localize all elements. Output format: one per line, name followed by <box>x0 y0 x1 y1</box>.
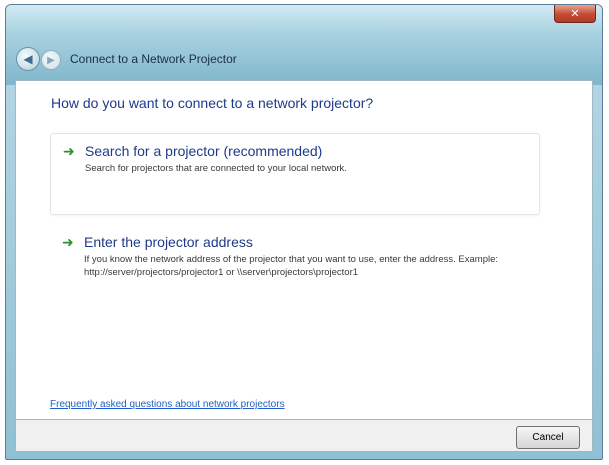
window-title: Connect to a Network Projector <box>70 52 237 66</box>
forward-arrow-icon: ▶ <box>47 54 55 66</box>
content-area: How do you want to connect to a network … <box>15 80 593 420</box>
option-title: Enter the projector address <box>84 234 253 250</box>
forward-button[interactable]: ▶ <box>41 50 61 70</box>
faq-link[interactable]: Frequently asked questions about network… <box>50 399 285 410</box>
green-arrow-icon: ➜ <box>63 144 75 160</box>
title-bar: ✕ ◀ ▶ Connect to a Network Projector <box>6 5 602 85</box>
option-enter-address[interactable]: ➜ Enter the projector address If you kno… <box>50 225 540 295</box>
page-question: How do you want to connect to a network … <box>51 95 374 111</box>
close-button[interactable]: ✕ <box>554 5 596 23</box>
option-search-projector[interactable]: ➜ Search for a projector (recommended) S… <box>50 133 540 215</box>
option-description: If you know the network address of the p… <box>84 254 499 278</box>
cancel-button[interactable]: Cancel <box>516 426 580 449</box>
back-arrow-icon: ◀ <box>23 52 33 66</box>
close-icon: ✕ <box>570 7 580 20</box>
option-title: Search for a projector (recommended) <box>85 143 323 159</box>
back-button[interactable]: ◀ <box>16 47 40 71</box>
dialog-window: ✕ ◀ ▶ Connect to a Network Projector How… <box>5 4 603 460</box>
option-description: Search for projectors that are connected… <box>85 163 347 174</box>
footer-bar: Cancel <box>15 420 593 452</box>
green-arrow-icon: ➜ <box>62 235 74 251</box>
